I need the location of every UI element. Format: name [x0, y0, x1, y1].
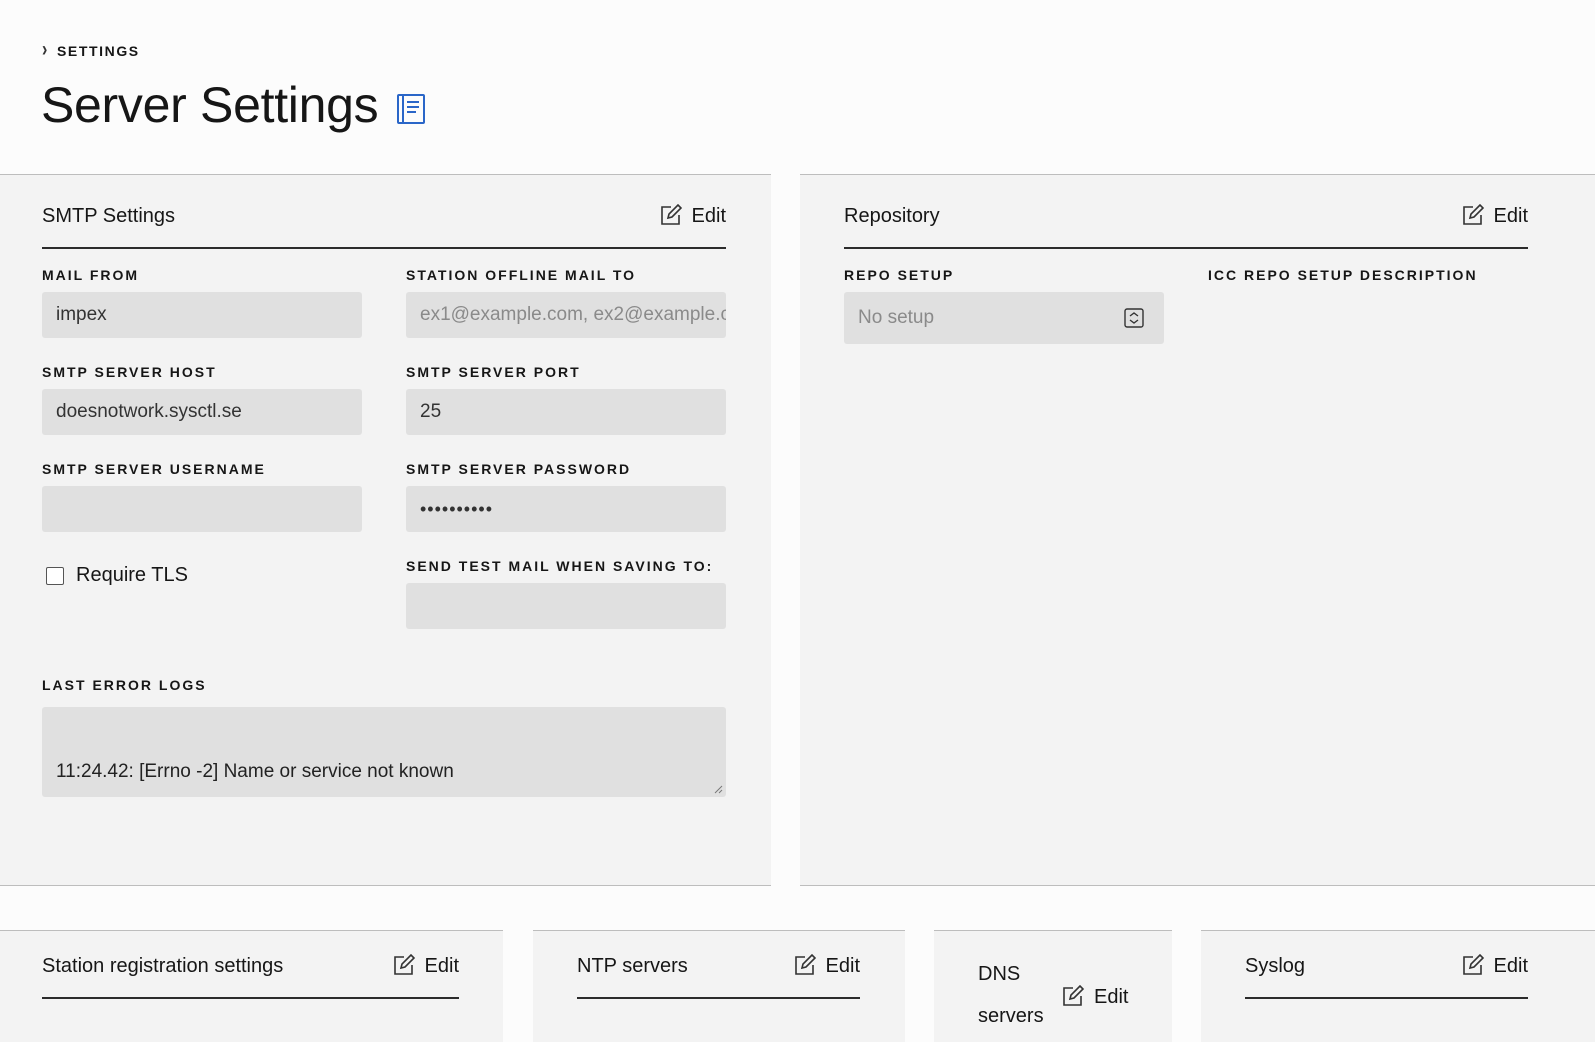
page-title-text: Server Settings: [41, 77, 379, 133]
mail-from-input[interactable]: impex: [42, 292, 362, 338]
edit-icon: [794, 954, 816, 975]
smtp-username-input[interactable]: [42, 486, 362, 532]
dns-title-line2: servers: [978, 1005, 1044, 1027]
require-tls-row: Require TLS: [46, 564, 188, 587]
station-registration-title: Station registration settings: [42, 954, 284, 977]
station-offline-mail-label: STATION OFFLINE MAIL TO: [406, 267, 637, 283]
station-registration-edit-label: Edit: [424, 954, 459, 977]
syslog-edit-button[interactable]: Edit: [1460, 954, 1528, 978]
station-offline-mail-input[interactable]: ex1@example.com, ex2@example.com: [406, 292, 726, 338]
smtp-host-label: SMTP SERVER HOST: [42, 364, 217, 380]
test-mail-input[interactable]: [406, 583, 726, 629]
ntp-servers-panel: NTP servers Edit: [533, 930, 905, 1042]
repo-setup-label: REPO SETUP: [844, 267, 955, 283]
dns-servers-title: DNS servers: [978, 953, 1044, 1037]
repository-panel-header: Repository Edit: [844, 185, 1528, 249]
smtp-port-label: SMTP SERVER PORT: [406, 364, 581, 380]
test-mail-label: SEND TEST MAIL WHEN SAVING TO:: [406, 558, 714, 574]
dns-edit-button[interactable]: Edit: [1060, 985, 1128, 1009]
smtp-panel-title: SMTP Settings: [42, 204, 176, 227]
ntp-servers-header: NTP servers Edit: [577, 935, 860, 999]
select-arrows-icon: [1124, 308, 1144, 328]
station-registration-panel: Station registration settings Edit: [0, 930, 503, 1042]
repo-setup-value: No setup: [858, 307, 935, 328]
station-registration-edit-button[interactable]: Edit: [391, 954, 459, 978]
icc-repo-description-label: ICC REPO SETUP DESCRIPTION: [1208, 267, 1478, 283]
edit-icon: [1063, 985, 1084, 1006]
edit-icon: [1462, 954, 1484, 975]
breadcrumb-settings-link[interactable]: SETTINGS: [57, 43, 140, 59]
smtp-edit-label: Edit: [691, 204, 726, 227]
ntp-edit-button[interactable]: Edit: [792, 954, 860, 978]
smtp-host-input[interactable]: doesnotwork.sysctl.se: [42, 389, 362, 435]
ntp-edit-label: Edit: [825, 954, 860, 977]
mail-from-label: MAIL FROM: [42, 267, 140, 283]
smtp-settings-panel: SMTP Settings Edit MAIL FROM impex STATI…: [0, 174, 771, 886]
resize-grip-icon[interactable]: [713, 784, 723, 794]
repository-edit-label: Edit: [1493, 204, 1528, 227]
smtp-username-label: SMTP SERVER USERNAME: [42, 461, 266, 477]
smtp-password-label: SMTP SERVER PASSWORD: [406, 461, 632, 477]
page-title: Server Settings: [41, 76, 428, 134]
error-logs-text: 11:24.42: [Errno -2] Name or service not…: [56, 761, 454, 782]
edit-icon: [393, 954, 415, 975]
syslog-edit-label: Edit: [1493, 954, 1528, 977]
repo-setup-select[interactable]: No setup: [844, 292, 1164, 344]
smtp-panel-header: SMTP Settings Edit: [42, 185, 726, 249]
documentation-icon[interactable]: [394, 92, 428, 126]
error-logs-label: LAST ERROR LOGS: [42, 677, 207, 693]
breadcrumb: › SETTINGS: [42, 39, 140, 62]
dns-servers-panel: DNS servers Edit: [934, 930, 1172, 1042]
require-tls-label: Require TLS: [76, 564, 188, 586]
repository-panel-title: Repository: [844, 204, 940, 227]
syslog-header: Syslog Edit: [1245, 935, 1528, 999]
chevron-right-icon: ›: [42, 39, 49, 62]
error-logs-textarea[interactable]: 11:24.42: [Errno -2] Name or service not…: [42, 707, 726, 797]
edit-icon: [1462, 204, 1484, 225]
dns-title-line1: DNS: [978, 963, 1021, 985]
edit-icon: [660, 204, 682, 225]
smtp-port-input[interactable]: 25: [406, 389, 726, 435]
dns-edit-label: Edit: [1094, 985, 1129, 1008]
syslog-title: Syslog: [1245, 954, 1306, 977]
require-tls-checkbox[interactable]: [46, 566, 64, 585]
ntp-servers-title: NTP servers: [577, 954, 688, 977]
syslog-panel: Syslog Edit: [1201, 930, 1595, 1042]
smtp-password-input[interactable]: ••••••••••: [406, 486, 726, 532]
repository-panel: Repository Edit REPO SETUP No setup ICC …: [800, 174, 1595, 886]
station-registration-header: Station registration settings Edit: [42, 935, 459, 999]
repository-edit-button[interactable]: Edit: [1460, 204, 1528, 228]
smtp-edit-button[interactable]: Edit: [658, 204, 726, 228]
